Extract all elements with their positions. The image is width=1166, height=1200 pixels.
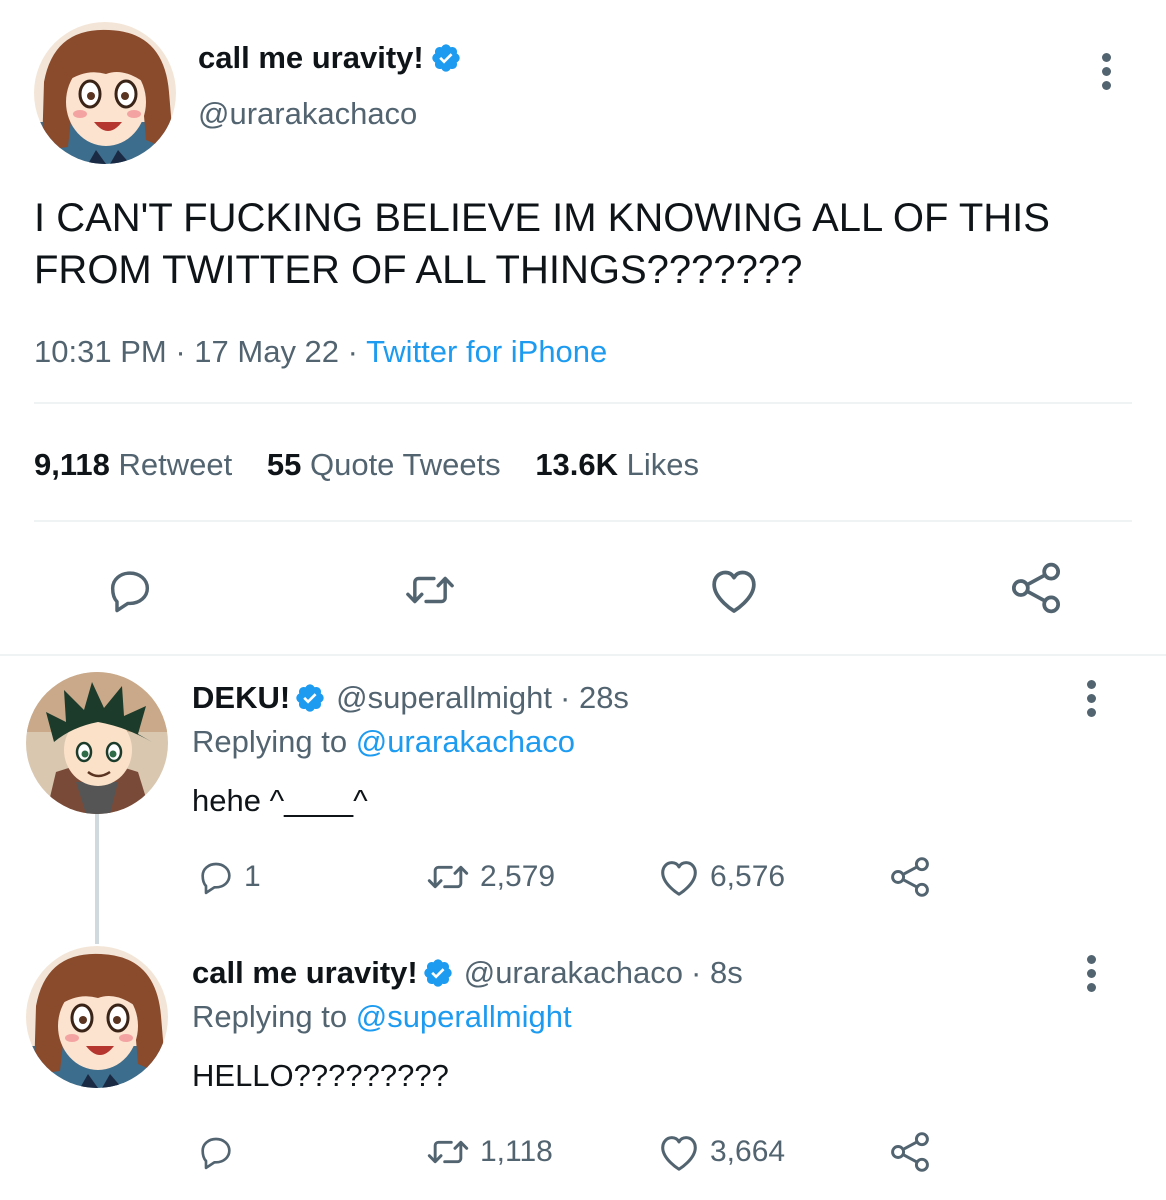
avatar-deku[interactable] bbox=[26, 672, 168, 814]
thread-connector bbox=[95, 814, 99, 944]
reply-text: hehe ^____^ bbox=[192, 783, 368, 818]
tweet-time[interactable]: 10:31 PM bbox=[34, 334, 167, 369]
share-button[interactable] bbox=[888, 855, 932, 899]
more-options-icon[interactable] bbox=[1085, 680, 1097, 722]
author-display-name[interactable]: call me uravity! bbox=[198, 40, 462, 76]
reply-button[interactable] bbox=[104, 564, 156, 616]
like-count: 6,576 bbox=[710, 860, 786, 893]
replying-to-handle[interactable]: @urarakachaco bbox=[356, 724, 575, 759]
reply-icon bbox=[201, 862, 231, 895]
tweet-date[interactable]: 17 May 22 bbox=[194, 334, 339, 369]
reply-age[interactable]: · 28s bbox=[560, 680, 629, 716]
divider bbox=[34, 520, 1132, 522]
replying-to-line: Replying to @urarakachaco bbox=[192, 724, 575, 760]
display-name-text[interactable]: call me uravity! bbox=[198, 40, 424, 76]
tweet-text-line-1: I CAN'T FUCKING BELIEVE IM KNOWING ALL O… bbox=[34, 196, 1050, 240]
reply-button[interactable] bbox=[196, 1130, 244, 1174]
retweet-count: 1,118 bbox=[480, 1135, 553, 1168]
meta-separator: · bbox=[347, 334, 358, 369]
share-button[interactable] bbox=[888, 1130, 932, 1174]
divider bbox=[34, 402, 1132, 404]
meta-separator: · bbox=[175, 334, 186, 369]
retweet-icon bbox=[406, 576, 454, 604]
avatar-uraraka[interactable] bbox=[26, 946, 168, 1088]
more-options-icon[interactable] bbox=[1100, 53, 1112, 95]
quotes-stat[interactable]: 55 Quote Tweets bbox=[267, 447, 509, 482]
tweet-text-line-2: FROM TWITTER OF ALL THINGS??????? bbox=[34, 248, 803, 292]
likes-stat[interactable]: 13.6K Likes bbox=[535, 447, 699, 482]
uraraka-avatar-illustration bbox=[26, 946, 168, 1088]
retweet-button[interactable] bbox=[400, 564, 460, 616]
reply-header: call me uravity! @urarakachaco · 8s bbox=[192, 955, 743, 991]
reply-icon bbox=[110, 571, 150, 613]
like-button[interactable]: 3,664 bbox=[656, 1130, 785, 1174]
author-handle[interactable]: @urarakachaco bbox=[198, 96, 417, 132]
tweet-text: I CAN'T FUCKING BELIEVE IM KNOWING ALL O… bbox=[34, 192, 1134, 296]
uraraka-avatar-illustration bbox=[34, 22, 176, 164]
retweets-label: Retweet bbox=[118, 447, 233, 482]
like-icon bbox=[661, 861, 697, 896]
retweet-button[interactable]: 2,579 bbox=[424, 855, 555, 899]
likes-label: Likes bbox=[626, 447, 700, 482]
reply-header: DEKU! @superallmight · 28s bbox=[192, 680, 629, 716]
verified-badge-icon bbox=[424, 959, 452, 987]
reply-text: HELLO????????? bbox=[192, 1058, 449, 1093]
avatar-uraraka[interactable] bbox=[34, 22, 176, 164]
verified-badge-icon bbox=[432, 44, 460, 72]
section-divider bbox=[0, 654, 1166, 656]
more-options-icon[interactable] bbox=[1085, 955, 1097, 997]
replying-to-prefix: Replying to bbox=[192, 999, 348, 1034]
like-count: 3,664 bbox=[710, 1135, 786, 1168]
like-icon bbox=[661, 1136, 697, 1171]
reply-handle[interactable]: @superallmight bbox=[336, 680, 552, 716]
retweets-stat[interactable]: 9,118 Retweet bbox=[34, 447, 241, 482]
quotes-count: 55 bbox=[266, 447, 302, 482]
like-icon bbox=[712, 570, 756, 613]
retweet-icon bbox=[427, 865, 469, 889]
share-icon bbox=[891, 1132, 929, 1172]
retweet-button[interactable]: 1,118 bbox=[424, 1130, 553, 1174]
reply-count: 1 bbox=[244, 860, 261, 893]
replying-to-handle[interactable]: @superallmight bbox=[356, 999, 572, 1034]
retweets-count: 9,118 bbox=[34, 447, 110, 482]
retweet-icon bbox=[427, 1140, 469, 1164]
reply-icon bbox=[201, 1137, 231, 1170]
like-button[interactable] bbox=[706, 564, 762, 616]
reply-button[interactable]: 1 bbox=[196, 855, 261, 899]
replying-to-line: Replying to @superallmight bbox=[192, 999, 572, 1035]
quotes-label: Quote Tweets bbox=[309, 447, 501, 482]
likes-count: 13.6K bbox=[535, 447, 619, 482]
reply-handle[interactable]: @urarakachaco bbox=[464, 955, 683, 991]
tweet-stats: 9,118 Retweet 55 Quote Tweets 13.6K Like… bbox=[34, 447, 699, 483]
retweet-count: 2,579 bbox=[480, 860, 556, 893]
deku-avatar-illustration bbox=[26, 672, 168, 814]
share-icon bbox=[1011, 562, 1061, 614]
tweet-source[interactable]: Twitter for iPhone bbox=[366, 334, 607, 369]
tweet-meta: 10:31 PM · 17 May 22 · Twitter for iPhon… bbox=[34, 334, 607, 370]
like-button[interactable]: 6,576 bbox=[656, 855, 785, 899]
share-button[interactable] bbox=[1008, 560, 1064, 616]
verified-badge-icon bbox=[296, 684, 324, 712]
reply-age[interactable]: · 8s bbox=[691, 955, 743, 991]
reply-display-name[interactable]: call me uravity! bbox=[192, 955, 418, 991]
share-icon bbox=[891, 857, 929, 897]
reply-display-name[interactable]: DEKU! bbox=[192, 680, 290, 716]
replying-to-prefix: Replying to bbox=[192, 724, 348, 759]
